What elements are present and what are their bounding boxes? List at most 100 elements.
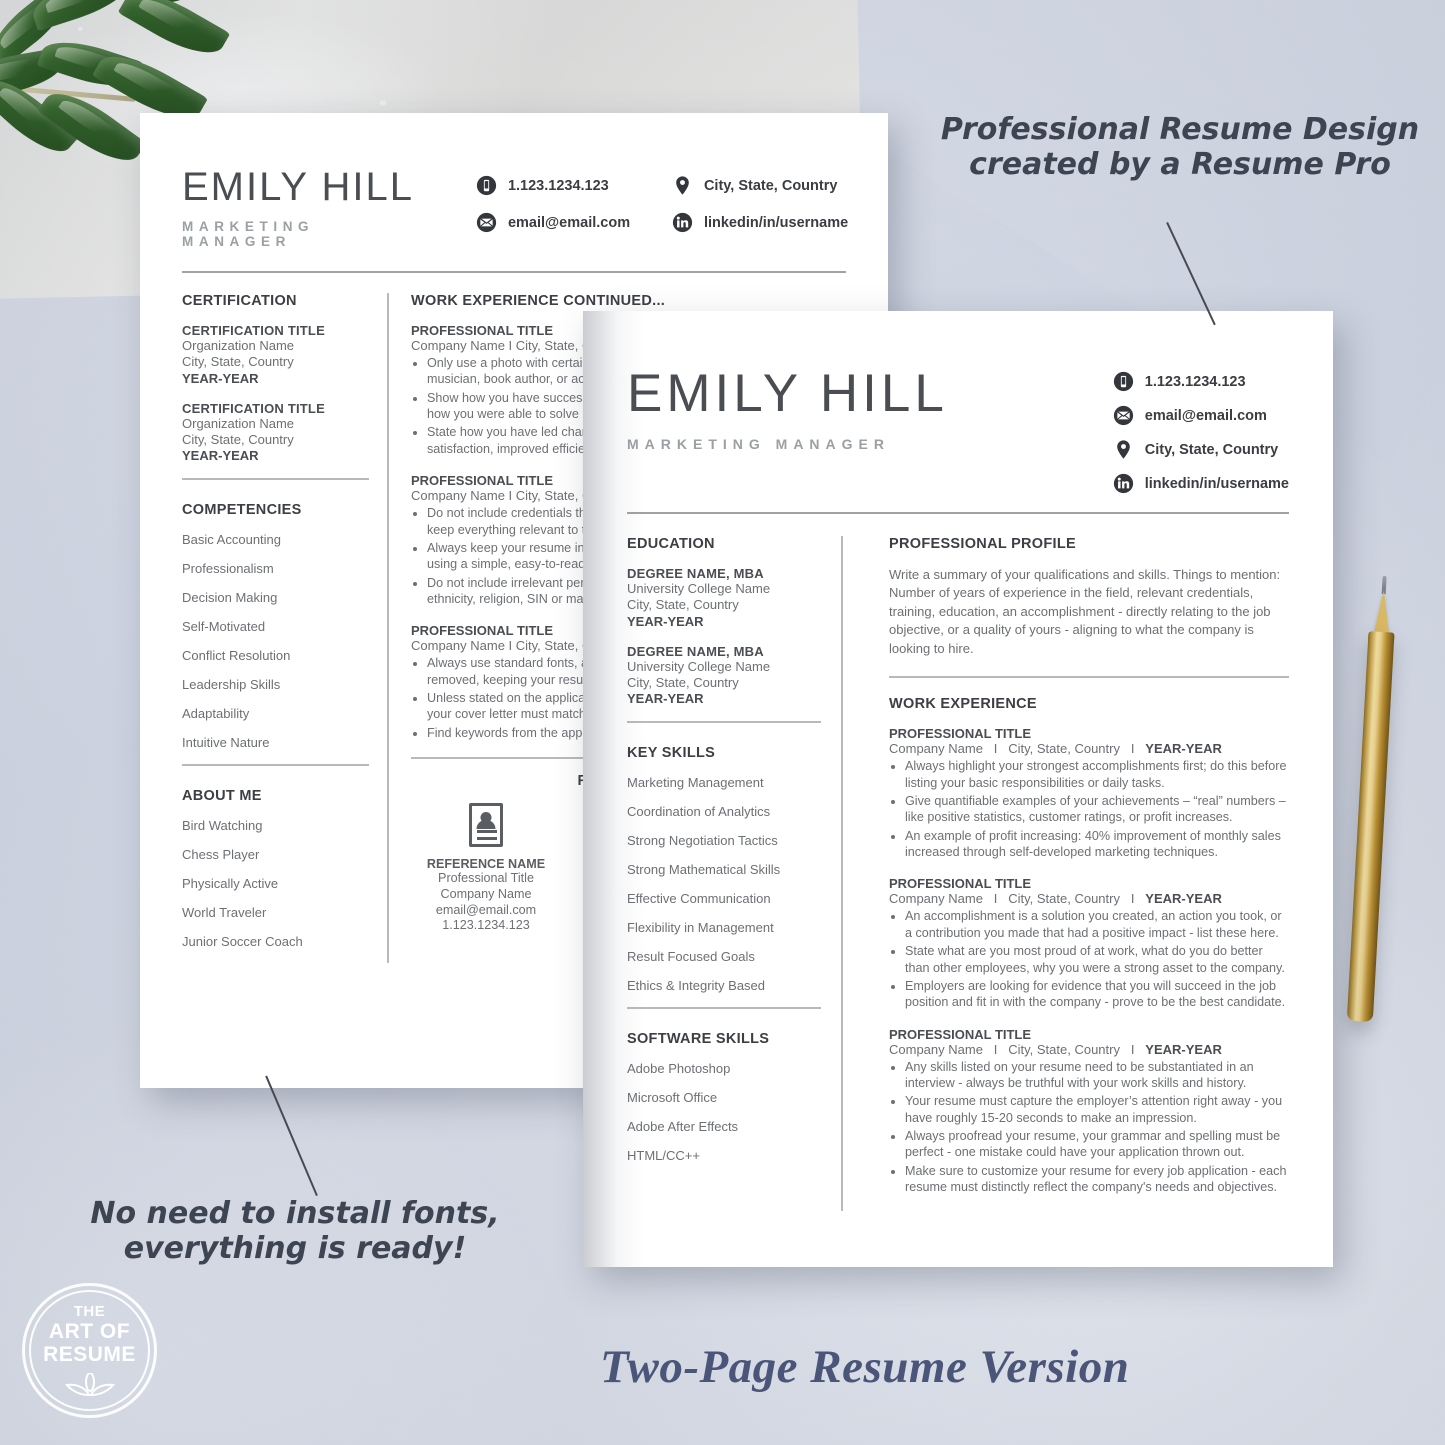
job-bullet: An example of profit increasing: 40% imp… bbox=[905, 828, 1289, 861]
work-experience-continued-heading: WORK EXPERIENCE CONTINUED... bbox=[411, 293, 666, 309]
list-item: Result Focused Goals bbox=[627, 949, 755, 964]
header-divider-back bbox=[182, 271, 846, 273]
linkedin-icon bbox=[672, 212, 693, 233]
reference-email: email@email.com bbox=[435, 902, 537, 917]
contact-email[interactable]: email@email.com bbox=[476, 212, 666, 233]
contact-phone-text: 1.123.1234.123 bbox=[507, 177, 609, 194]
contact-location[interactable]: City, State, Country bbox=[672, 175, 882, 196]
certification-entry: CERTIFICATION TITLE Organization Name Ci… bbox=[182, 323, 369, 386]
education-school: University College Name bbox=[627, 658, 771, 674]
sidebar-divider bbox=[182, 764, 369, 766]
contact-location-text: City, State, Country bbox=[703, 177, 838, 194]
list-item: Flexibility in Management bbox=[627, 920, 774, 935]
education-location: City, State, Country bbox=[627, 674, 739, 690]
certification-heading: CERTIFICATION bbox=[182, 293, 297, 309]
list-item: HTML/CC++ bbox=[627, 1148, 700, 1163]
list-item: Strong Negotiation Tactics bbox=[627, 833, 778, 848]
job-location: City, State, Country bbox=[1008, 741, 1120, 757]
education-years: YEAR-YEAR bbox=[627, 691, 704, 706]
work-experience-heading: WORK EXPERIENCE bbox=[889, 696, 1037, 713]
list-item: Chess Player bbox=[182, 847, 260, 862]
reference-name: REFERENCE NAME bbox=[426, 857, 546, 872]
job-entry: PROFESSIONAL TITLE Company Name I City, … bbox=[889, 726, 1289, 860]
job-years: YEAR-YEAR bbox=[1145, 741, 1222, 757]
list-item: World Traveler bbox=[182, 905, 267, 920]
contact-linkedin[interactable]: linkedin/in/username bbox=[672, 212, 882, 233]
contact-email-text: email@email.com bbox=[507, 214, 631, 231]
resume-header-back: EMILY HILL MARKETING MANAGER 1.123.1234.… bbox=[182, 151, 848, 249]
logo-line-2: ART OF bbox=[48, 1320, 131, 1343]
contact-list-back: 1.123.1234.123 City, State, Country emai… bbox=[476, 175, 882, 233]
candidate-role: MARKETING MANAGER bbox=[182, 219, 315, 249]
annotation-top-right: Professional Resume Design created by a … bbox=[940, 112, 1420, 183]
contact-location-text: City, State, Country bbox=[1144, 441, 1279, 458]
job-years: YEAR-YEAR bbox=[1145, 1041, 1222, 1057]
list-item: Adaptability bbox=[182, 706, 250, 721]
education-years: YEAR-YEAR bbox=[627, 613, 704, 629]
sidebar-divider bbox=[627, 1007, 821, 1009]
contact-location[interactable]: City, State, Country bbox=[1113, 439, 1289, 460]
logo-line-3: RESUME bbox=[43, 1343, 136, 1366]
contact-email[interactable]: email@email.com bbox=[1113, 405, 1289, 426]
annotation-bottom-title: Two-Page Resume Version bbox=[600, 1341, 1130, 1393]
job-meta: Company Name I City, State, Country I YE… bbox=[889, 741, 1222, 757]
about-me-heading: ABOUT ME bbox=[182, 788, 262, 804]
certification-location: City, State, Country bbox=[182, 354, 294, 370]
key-skills-heading: KEY SKILLS bbox=[627, 745, 716, 761]
location-icon bbox=[672, 175, 693, 196]
job-title: PROFESSIONAL TITLE bbox=[889, 726, 1032, 742]
brand-logo[interactable]: THE ART OF RESUME bbox=[22, 1283, 157, 1418]
contact-phone[interactable]: 1.123.1234.123 bbox=[1113, 371, 1289, 392]
email-icon bbox=[1113, 405, 1134, 426]
sidebar-divider bbox=[182, 478, 369, 480]
job-meta: Company Name I City, State, Country I YE… bbox=[889, 891, 1222, 907]
education-degree: DEGREE NAME, MBA bbox=[627, 643, 764, 659]
reference-item: REFERENCE NAME Professional Title Compan… bbox=[411, 803, 561, 934]
product-mockup-canvas: EMILY HILL MARKETING MANAGER 1.123.1234.… bbox=[0, 0, 1445, 1445]
competencies-list: Basic Accounting Professionalism Decisio… bbox=[182, 532, 369, 750]
logo-line-1: THE bbox=[73, 1303, 106, 1320]
certification-years: YEAR-YEAR bbox=[182, 448, 259, 463]
list-item: Adobe After Effects bbox=[627, 1119, 739, 1134]
linkedin-icon bbox=[1113, 473, 1134, 494]
email-icon bbox=[476, 212, 497, 233]
contact-phone[interactable]: 1.123.1234.123 bbox=[476, 175, 666, 196]
job-title: PROFESSIONAL TITLE bbox=[889, 1026, 1032, 1042]
job-company: Company Name bbox=[889, 891, 983, 907]
certification-years: YEAR-YEAR bbox=[182, 370, 259, 386]
page-one-main: PROFESSIONAL PROFILE Write a summary of … bbox=[865, 536, 1289, 1211]
candidate-name: EMILY HILL bbox=[182, 165, 414, 209]
education-location: City, State, Country bbox=[627, 597, 739, 613]
list-item: Decision Making bbox=[182, 590, 278, 605]
reference-company: Company Name bbox=[440, 886, 532, 901]
contact-linkedin-text: linkedin/in/username bbox=[703, 214, 849, 231]
resume-page-one[interactable]: EMILY HILL MARKETING MANAGER 1.123.1234.… bbox=[583, 311, 1333, 1267]
software-skills-list: Adobe Photoshop Microsoft Office Adobe A… bbox=[627, 1061, 821, 1163]
job-entry: PROFESSIONAL TITLE Company Name I City, … bbox=[889, 1027, 1289, 1196]
id-card-icon bbox=[469, 803, 503, 848]
certification-entry: CERTIFICATION TITLE Organization Name Ci… bbox=[182, 401, 369, 464]
contact-linkedin-text: linkedin/in/username bbox=[1144, 475, 1289, 492]
list-item: Strong Mathematical Skills bbox=[627, 862, 781, 877]
certification-title: CERTIFICATION TITLE bbox=[182, 400, 325, 416]
list-item: Basic Accounting bbox=[182, 532, 282, 547]
job-location: City, State, Country bbox=[1008, 1041, 1120, 1057]
about-me-list: Bird Watching Chess Player Physically Ac… bbox=[182, 818, 369, 949]
list-item: Conflict Resolution bbox=[182, 648, 291, 663]
list-item: Adobe Photoshop bbox=[627, 1061, 731, 1076]
contact-email-text: email@email.com bbox=[1144, 407, 1267, 424]
phone-icon bbox=[476, 175, 497, 196]
job-company: Company Name bbox=[889, 741, 983, 757]
professional-profile-text: Write a summary of your qualifications a… bbox=[889, 567, 1281, 656]
resume-header-front: EMILY HILL MARKETING MANAGER 1.123.1234.… bbox=[627, 345, 1289, 494]
contact-linkedin[interactable]: linkedin/in/username bbox=[1113, 473, 1289, 494]
page-two-sidebar: CERTIFICATION CERTIFICATION TITLE Organi… bbox=[182, 293, 387, 963]
job-bullet: An accomplishment is a solution you crea… bbox=[905, 908, 1289, 941]
job-years: YEAR-YEAR bbox=[1145, 891, 1222, 907]
column-divider bbox=[387, 293, 389, 963]
list-item: Ethics & Integrity Based bbox=[627, 978, 766, 993]
job-title: PROFESSIONAL TITLE bbox=[889, 876, 1032, 892]
list-item: Coordination of Analytics bbox=[627, 804, 771, 819]
leaf-sprig-icon bbox=[62, 1372, 118, 1404]
annotation-bottom-left: No need to install fonts, everything is … bbox=[90, 1196, 500, 1267]
